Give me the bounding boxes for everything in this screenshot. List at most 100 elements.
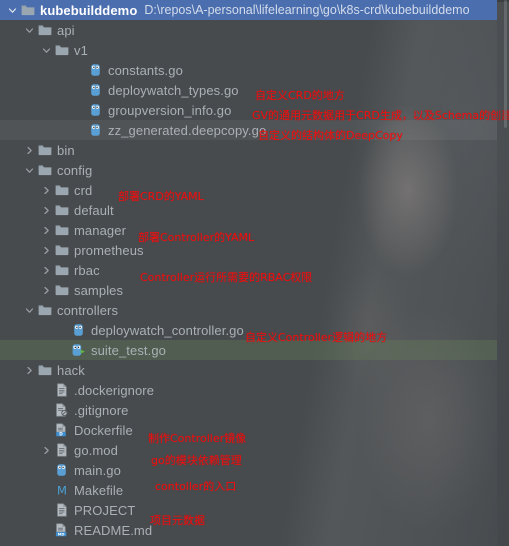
folder-icon (53, 200, 70, 220)
chevron-right-icon[interactable] (40, 180, 53, 200)
tree-row[interactable]: controllers (0, 300, 497, 320)
folder-icon (53, 280, 70, 300)
svg-text:M: M (57, 483, 67, 497)
chevron-right-icon[interactable] (23, 360, 36, 380)
tree-row[interactable]: bin (0, 140, 497, 160)
tree-row[interactable]: PROJECT (0, 500, 497, 520)
tree-row-label: zz_generated.deepcopy.go (108, 122, 267, 138)
tree-row[interactable]: groupversion_info.go (0, 100, 497, 120)
tree-row-label: prometheus (74, 242, 144, 258)
tree-row[interactable]: zz_generated.deepcopy.go (0, 120, 497, 140)
tree-row-label: deploywatch_types.go (108, 82, 239, 98)
tree-row-label: config (57, 162, 93, 178)
tree-row-label: samples (74, 282, 124, 298)
tree-row-label: bin (57, 142, 75, 158)
dockerfile-icon: D (53, 420, 70, 440)
tree-row-label: default (74, 202, 114, 218)
makefile-icon: M (53, 480, 70, 500)
tree-row[interactable]: v1 (0, 40, 497, 60)
go-file-icon (87, 120, 104, 140)
go-file-icon (70, 320, 87, 340)
go-file-icon (53, 460, 70, 480)
chevron-right-icon[interactable] (23, 140, 36, 160)
tree-row[interactable]: deploywatch_controller.go (0, 320, 497, 340)
tree-row[interactable]: samples (0, 280, 497, 300)
gitignore-file-icon (53, 400, 70, 420)
markdown-file-icon: MD (53, 520, 70, 540)
tree-row[interactable]: constants.go (0, 60, 497, 80)
chevron-right-icon[interactable] (40, 260, 53, 280)
chevron-right-icon[interactable] (40, 440, 53, 460)
tree-row[interactable]: .gitignore (0, 400, 497, 420)
chevron-right-icon[interactable] (40, 220, 53, 240)
folder-icon (53, 40, 70, 60)
tree-row-label: manager (74, 222, 127, 238)
vertical-scrollbar[interactable] (497, 0, 509, 546)
folder-icon (36, 300, 53, 320)
tree-row-label: deploywatch_controller.go (91, 322, 244, 338)
go-test-file-icon (70, 340, 87, 360)
chevron-right-icon[interactable] (40, 280, 53, 300)
tree-row[interactable]: hack (0, 360, 497, 380)
text-file-icon (53, 440, 70, 460)
tree-row[interactable]: deploywatch_types.go (0, 80, 497, 100)
svg-text:D: D (59, 432, 63, 437)
chevron-down-icon[interactable] (23, 300, 36, 320)
tree-row-label: crd (74, 182, 93, 198)
tree-row[interactable]: M Makefile (0, 480, 497, 500)
tree-row-label: .gitignore (74, 402, 129, 418)
folder-icon (53, 220, 70, 240)
folder-icon (53, 240, 70, 260)
tree-row-label: constants.go (108, 62, 183, 78)
chevron-down-icon[interactable] (40, 40, 53, 60)
tree-row-label: PROJECT (74, 502, 136, 518)
folder-icon (36, 160, 53, 180)
tree-row[interactable]: rbac (0, 260, 497, 280)
tree-row[interactable]: .dockerignore (0, 380, 497, 400)
chevron-down-icon[interactable] (6, 0, 19, 20)
tree-row[interactable]: crd (0, 180, 497, 200)
tree-row-label: controllers (57, 302, 119, 318)
folder-icon (36, 140, 53, 160)
tree-row-label: Makefile (74, 482, 124, 498)
tree-row-label: v1 (74, 42, 88, 58)
go-file-icon (87, 100, 104, 120)
tree-row-label: groupversion_info.go (108, 102, 232, 118)
project-file-tree[interactable]: kubebuilddemo D:\repos\A-personal\lifelea… (0, 0, 497, 540)
tree-row-label: hack (57, 362, 85, 378)
folder-icon (53, 260, 70, 280)
tree-row[interactable]: prometheus (0, 240, 497, 260)
tree-row[interactable]: main.go (0, 460, 497, 480)
tree-row[interactable]: MD README.md (0, 520, 497, 540)
tree-row-label: main.go (74, 462, 121, 478)
tree-row[interactable]: go.mod (0, 440, 497, 460)
tree-row[interactable]: kubebuilddemo D:\repos\A-personal\lifelea… (0, 0, 497, 20)
chevron-right-icon[interactable] (40, 200, 53, 220)
scrollbar-thumb[interactable] (504, 0, 507, 128)
chevron-down-icon[interactable] (23, 160, 36, 180)
chevron-right-icon[interactable] (40, 240, 53, 260)
tree-row[interactable]: config (0, 160, 497, 180)
text-file-icon (53, 500, 70, 520)
tree-row[interactable]: api (0, 20, 497, 40)
chevron-down-icon[interactable] (23, 20, 36, 40)
tree-row-label: rbac (74, 262, 100, 278)
tree-row-label: go.mod (74, 442, 118, 458)
tree-row[interactable]: default (0, 200, 497, 220)
tree-row[interactable]: D Dockerfile (0, 420, 497, 440)
svg-text:MD: MD (58, 532, 65, 537)
tree-row[interactable]: suite_test.go (0, 340, 497, 360)
folder-icon (53, 180, 70, 200)
tree-row-label: .dockerignore (74, 382, 155, 398)
folder-icon (19, 0, 36, 20)
tree-row-label: suite_test.go (91, 342, 167, 358)
tree-row[interactable]: manager (0, 220, 497, 240)
